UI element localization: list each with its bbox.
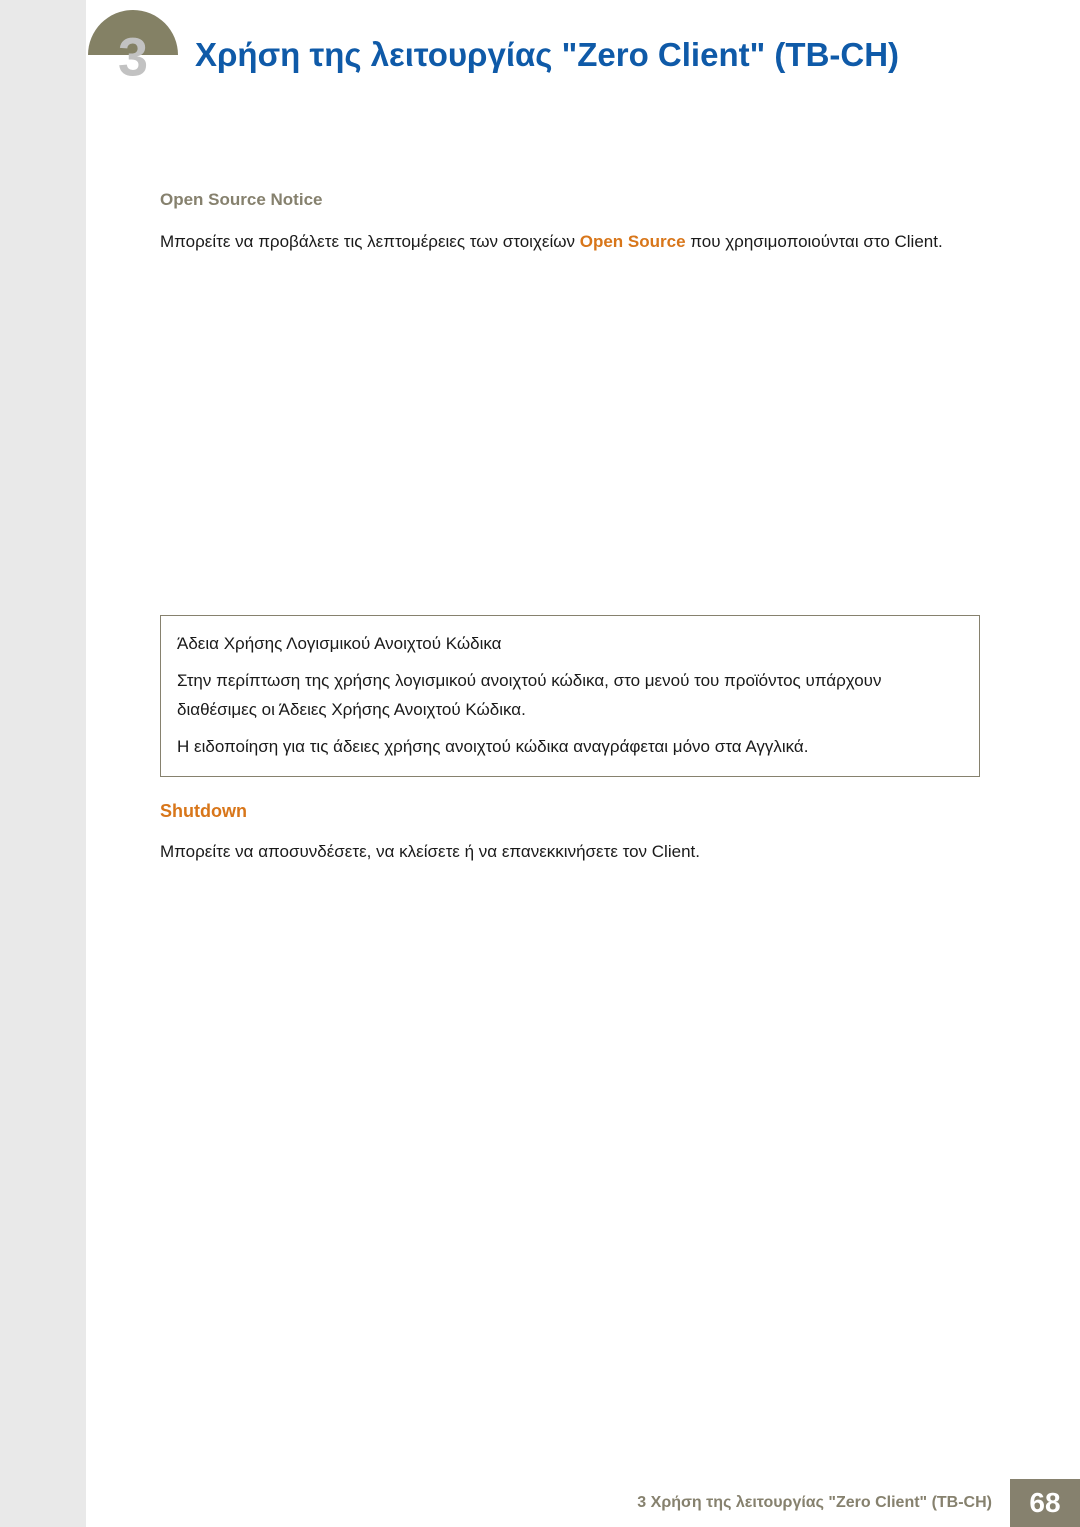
info-box: Άδεια Χρήσης Λογισμικού Ανοιχτού Κώδικα …: [160, 615, 980, 777]
open-source-heading: Open Source Notice: [160, 190, 980, 210]
info-box-line-3: Η ειδοποίηση για τις άδειες χρήσης ανοιχ…: [177, 733, 963, 762]
open-source-paragraph: Μπορείτε να προβάλετε τις λεπτομέρειες τ…: [160, 228, 980, 255]
info-box-line-1: Άδεια Χρήσης Λογισμικού Ανοιχτού Κώδικα: [177, 630, 963, 659]
left-sidebar: [0, 0, 86, 1527]
open-source-highlight: Open Source: [580, 232, 686, 251]
open-source-text-2: που χρησιμοποιούνται στο Client.: [686, 232, 943, 251]
shutdown-paragraph: Μπορείτε να αποσυνδέσετε, να κλείσετε ή …: [160, 838, 980, 865]
info-box-line-2: Στην περίπτωση της χρήσης λογισμικού ανο…: [177, 667, 963, 725]
chapter-number: 3: [118, 31, 148, 85]
footer-label: 3 Χρήση της λειτουργίας "Zero Client" (T…: [637, 1479, 1010, 1527]
open-source-text-1: Μπορείτε να προβάλετε τις λεπτομέρειες τ…: [160, 232, 580, 251]
document-page: 3 Χρήση της λειτουργίας "Zero Client" (T…: [0, 0, 1080, 1527]
footer: 3 Χρήση της λειτουργίας "Zero Client" (T…: [86, 1479, 1080, 1527]
content-area: Open Source Notice Μπορείτε να προβάλετε…: [160, 190, 980, 879]
shutdown-heading: Shutdown: [160, 801, 980, 822]
page-number: 68: [1010, 1479, 1080, 1527]
chapter-badge: 3: [88, 10, 178, 100]
page-title: Χρήση της λειτουργίας "Zero Client" (TB-…: [195, 36, 1040, 74]
